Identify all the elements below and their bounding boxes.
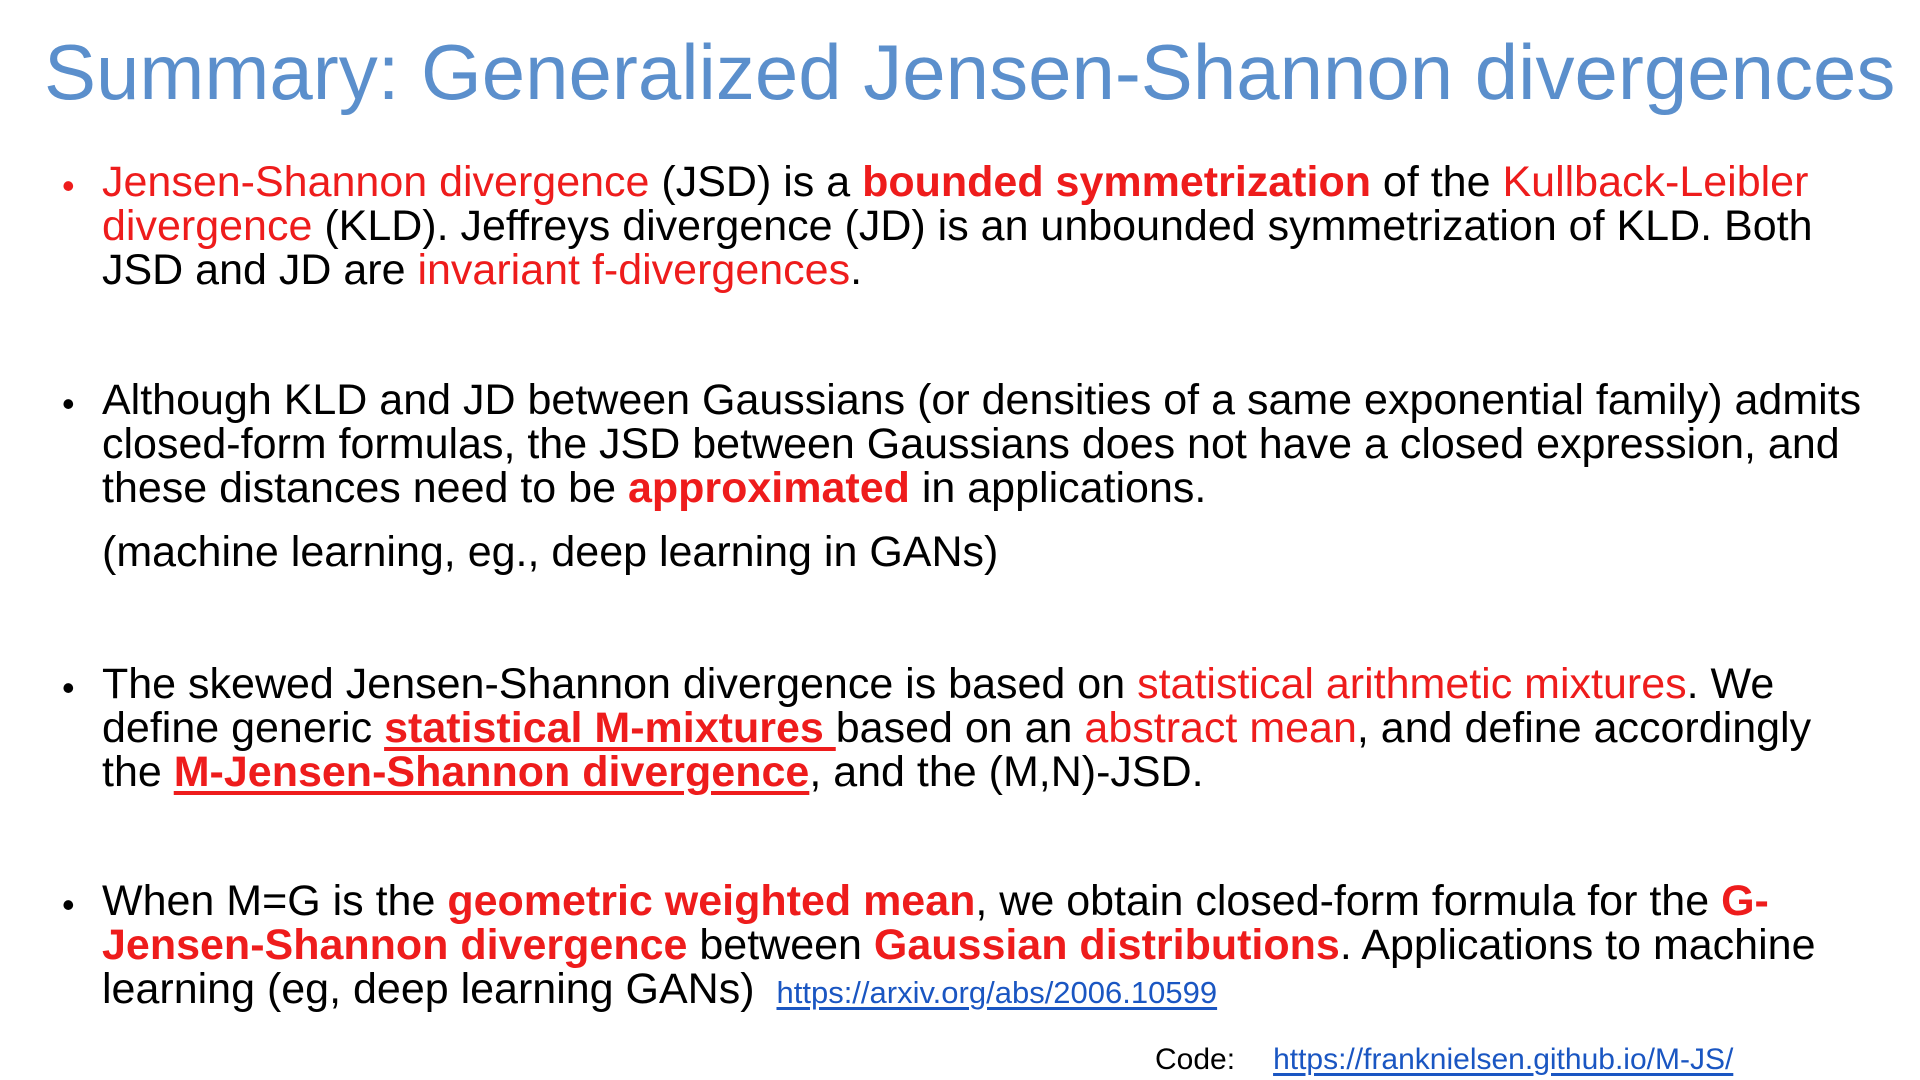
- bullet-gaussian-approximation: • Although KLD and JD between Gaussians …: [62, 378, 1882, 574]
- text-run: , and the (M,N)-JSD.: [809, 748, 1204, 796]
- approximated-term: approximated: [627, 464, 910, 512]
- text-run: in applications.: [909, 464, 1207, 512]
- bullet-marker: •: [62, 383, 75, 424]
- bullet-marker: •: [62, 884, 75, 925]
- text-run: of the: [1370, 158, 1503, 206]
- text-run: The skewed Jensen-Shannon divergence is …: [102, 660, 1138, 708]
- bullet-text: Although KLD and JD between Gaussians (o…: [102, 378, 1882, 510]
- jsd-term: Jensen-Shannon divergence: [102, 158, 650, 206]
- geometric-mean-term: geometric weighted mean: [447, 877, 976, 925]
- text-run: based on an: [835, 704, 1085, 752]
- arithmetic-mixtures-term: statistical arithmetic mixtures: [1137, 660, 1687, 708]
- bullet-g-jsd: • When M=G is the geometric weighted mea…: [62, 879, 1882, 1015]
- gaussian-distributions-term: Gaussian distributions: [873, 921, 1340, 969]
- text-run: between: [687, 921, 874, 969]
- text-run: (KLD). Jeffreys divergence (JD) is an un…: [102, 202, 1813, 294]
- code-link[interactable]: https://franknielsen.github.io/M-JS/: [1273, 1043, 1733, 1076]
- bullet-jsd-definition: • Jensen-Shannon divergence (JSD) is a b…: [62, 160, 1882, 292]
- text-run: When M=G is the: [102, 877, 448, 925]
- bullet-marker: •: [62, 165, 75, 206]
- bullet-marker: •: [62, 667, 75, 708]
- slide-title: Summary: Generalized Jensen-Shannon dive…: [44, 28, 1896, 116]
- arxiv-link[interactable]: https://arxiv.org/abs/2006.10599: [776, 975, 1217, 1010]
- abstract-mean-term: abstract mean: [1084, 704, 1357, 752]
- text-run: , we obtain closed-form formula for the: [975, 877, 1722, 925]
- code-footer: Code: https://franknielsen.github.io/M-JS…: [1155, 1042, 1733, 1078]
- bounded-symmetrization-term: bounded symmetrization: [862, 158, 1371, 206]
- bullet-text: Jensen-Shannon divergence (JSD) is a bou…: [102, 160, 1882, 292]
- m-jsd-term: M-Jensen-Shannon divergence: [173, 748, 810, 796]
- bullet-text: When M=G is the geometric weighted mean,…: [102, 879, 1882, 1015]
- code-label: Code:: [1155, 1043, 1236, 1076]
- text-run: (JSD) is a: [649, 158, 863, 206]
- m-mixtures-term: statistical M-mixtures: [384, 704, 836, 752]
- text-run: .: [850, 246, 863, 294]
- invariant-f-divergences-term: invariant f-divergences: [417, 246, 851, 294]
- bullet-m-mixtures: • The skewed Jensen-Shannon divergence i…: [62, 662, 1882, 794]
- bullet-text: The skewed Jensen-Shannon divergence is …: [102, 662, 1882, 794]
- applications-note: (machine learning, eg., deep learning in…: [102, 528, 999, 576]
